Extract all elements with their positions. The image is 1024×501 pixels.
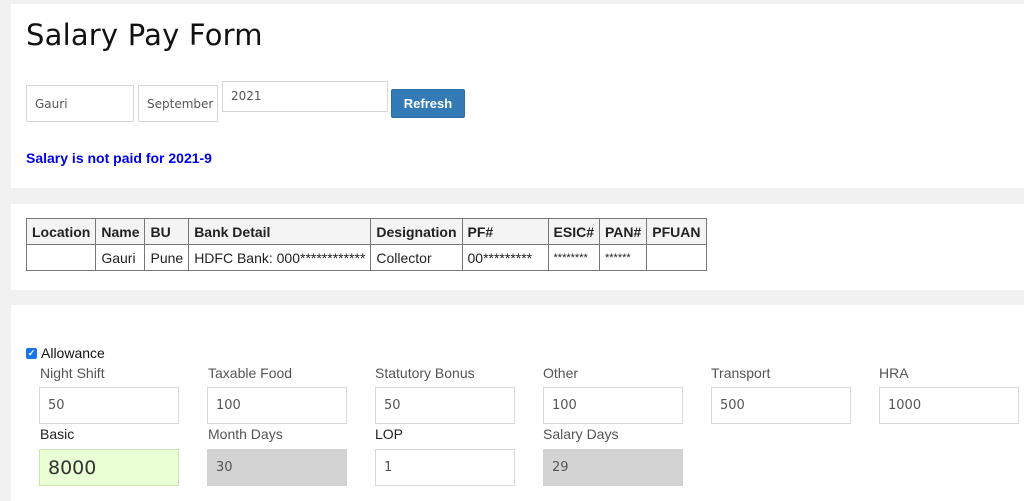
transport-input[interactable]: 500 — [711, 387, 851, 424]
other-input[interactable]: 100 — [543, 387, 683, 424]
hra-input[interactable]: 1000 — [879, 387, 1019, 424]
hra-label: HRA — [879, 365, 909, 381]
cell-bank-detail: HDFC Bank: 000************ — [188, 244, 372, 271]
col-location: Location — [25, 218, 97, 245]
cell-designation: Collector — [370, 244, 463, 271]
col-designation: Designation — [370, 218, 463, 245]
col-bu: BU — [144, 218, 190, 245]
page-title: Salary Pay Form — [26, 18, 263, 52]
allowance-card: ✓ Allowance Night Shift 50 Taxable Food … — [11, 305, 1024, 501]
lop-label: LOP — [375, 426, 404, 442]
basic-input[interactable]: 8000 — [39, 449, 179, 486]
night-shift-input[interactable]: 50 — [39, 387, 179, 424]
taxable-food-input[interactable]: 100 — [207, 387, 347, 424]
col-pfuan: PFUAN — [646, 218, 707, 245]
table-row: Gauri Pune HDFC Bank: 000************ Co… — [25, 244, 707, 271]
month-days-input: 30 — [207, 449, 347, 486]
allowance-label: Allowance — [41, 345, 105, 361]
statutory-bonus-input[interactable]: 50 — [375, 387, 515, 424]
status-message: Salary is not paid for 2021-9 — [26, 150, 212, 166]
col-pan: PAN# — [598, 218, 648, 245]
col-name: Name — [95, 218, 146, 245]
month-field[interactable]: September — [138, 85, 218, 122]
table-header-row: Location Name BU Bank Detail Designation… — [25, 218, 707, 245]
cell-location — [25, 244, 97, 271]
cell-pan: ****** — [598, 244, 648, 271]
cell-name: Gauri — [95, 244, 146, 271]
transport-label: Transport — [711, 365, 771, 381]
year-field[interactable]: 2021 — [222, 81, 388, 112]
taxable-food-label: Taxable Food — [208, 365, 293, 381]
lop-input[interactable]: 1 — [375, 449, 515, 486]
col-pf: PF# — [461, 218, 549, 245]
month-days-label: Month Days — [208, 426, 283, 442]
allowance-checkbox[interactable]: ✓ — [26, 347, 37, 359]
salary-days-label: Salary Days — [543, 426, 619, 442]
statutory-bonus-label: Statutory Bonus — [375, 365, 475, 381]
refresh-button[interactable]: Refresh — [391, 89, 465, 118]
allowance-toggle[interactable]: ✓ Allowance — [26, 345, 105, 361]
col-esic: ESIC# — [547, 218, 600, 245]
night-shift-label: Night Shift — [40, 365, 105, 381]
col-bank-detail: Bank Detail — [188, 218, 372, 245]
cell-pfuan — [646, 244, 707, 271]
cell-pf: 00********* — [461, 244, 549, 271]
employee-table: Location Name BU Bank Detail Designation… — [25, 218, 707, 271]
employee-info-card: Location Name BU Bank Detail Designation… — [11, 204, 1024, 290]
other-label: Other — [543, 365, 579, 381]
employee-name-field[interactable]: Gauri — [26, 85, 134, 122]
cell-esic: ******** — [547, 244, 600, 271]
cell-bu: Pune — [144, 244, 190, 271]
basic-label: Basic — [40, 426, 75, 442]
salary-form-card: Salary Pay Form Gauri September 2021 Ref… — [11, 4, 1024, 188]
salary-days-input: 29 — [543, 449, 683, 486]
